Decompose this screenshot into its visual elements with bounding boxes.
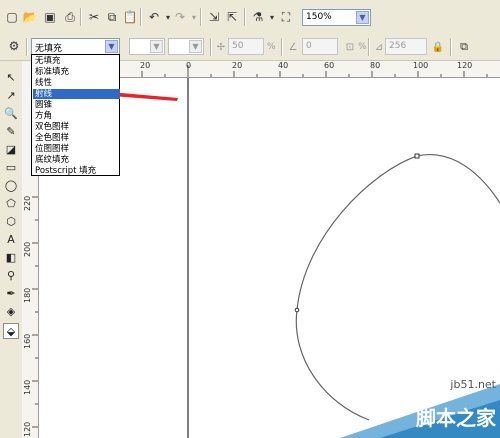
fill-steps-input[interactable]: 256 [385,38,427,55]
ruler-label: 40 [278,61,289,70]
cut-icon[interactable]: ✂ [86,9,102,25]
fill-option[interactable]: 方角 [33,111,120,121]
ruler-label: 120 [457,61,473,70]
fill-option[interactable]: 底纹填充 [33,155,120,165]
new-document-icon[interactable]: ▢ [4,9,20,25]
open-document-icon[interactable]: 📂 [22,9,38,25]
interactive-fill-icon: ⚙ [8,39,20,53]
fill-option[interactable]: 线性 [33,78,120,88]
watermark-site: jb51.net [450,378,496,391]
fill-type-value: 无填充 [35,44,63,54]
steps-lock-icon[interactable]: 🔒 [430,39,446,55]
save-icon[interactable]: ▣ [42,9,58,25]
ruler-label: 220 [23,195,32,211]
separator [368,38,370,56]
separator [450,38,452,56]
curve-node[interactable] [414,153,420,159]
interactive-blend-tool-icon[interactable]: ◧ [3,249,19,265]
fill-option[interactable]: 位图图样 [33,144,120,154]
fill-option-selected[interactable]: 射线 [33,89,120,99]
fill-option[interactable]: 无填充 [33,56,120,66]
watermark: jb51.net 脚本之家 [340,366,500,438]
fill-color-2-select[interactable]: ▼ [168,38,204,55]
separator [281,38,283,56]
outline-tool-icon[interactable]: ✒ [3,285,19,301]
watermark-brand: 脚本之家 [416,406,496,430]
export-icon[interactable]: ⇱ [224,9,240,25]
fill-option[interactable]: 标准填充 [33,67,120,77]
separator [140,8,142,26]
toolbox: ↖ ↗ 🔍 ✎ ◪ ▭ ◯ ⬠ ⬡ A ◧ ⚲ ✒ ◈ ⬙ [0,61,23,438]
edge-pad-input[interactable]: 0 [302,38,338,55]
paste-icon[interactable]: 📋 [122,9,138,25]
ruler-label: 100 [413,61,429,70]
text-tool-icon[interactable]: A [3,231,19,247]
eyedropper-tool-icon[interactable]: ⚲ [3,267,19,283]
ruler-label: 120 [23,421,32,437]
import-icon[interactable]: ⇲ [206,9,222,25]
standard-toolbar: ▢ 📂 ▣ ⎙ ✂ ⧉ 📋 ↶ ▾ ↷ ▾ ⇲ ⇱ ⚗ ▾ ⛶ 150% ▼ [0,0,500,35]
chevron-down-icon[interactable]: ▼ [189,40,202,53]
chevron-down-icon[interactable]: ▼ [150,40,163,53]
fill-option[interactable]: 双色图样 [33,122,120,132]
fill-option[interactable]: 全色图样 [33,133,120,143]
ruler-label: 200 [23,241,32,257]
separator [244,8,246,26]
chevron-down-icon[interactable]: ▼ [105,40,118,53]
fill-type-select[interactable]: 无填充 ▼ [31,38,120,55]
ruler-label: 140 [23,379,32,395]
fill-color-1-select[interactable]: ▼ [129,38,165,55]
midpoint-value: 50 [232,41,244,51]
midpoint-input[interactable]: 50 [228,38,264,55]
pick-tool-icon[interactable]: ↖ [3,69,19,85]
fill-type-dropdown-list: 无填充 标准填充 线性 射线 圆锥 方角 双色图样 全色图样 位图图样 底纹填充… [31,54,120,176]
separator [210,38,212,56]
rectangle-tool-icon[interactable]: ▭ [3,159,19,175]
corel-online-icon[interactable]: ⛶ [278,9,294,25]
edge-pad-value: 0 [306,41,312,51]
edge-pad-unit: % [358,42,367,52]
fill-tool-icon[interactable]: ◈ [3,303,19,319]
freehand-tool-icon[interactable]: ✎ [3,123,19,139]
zoom-tool-icon[interactable]: 🔍 [3,105,19,121]
midpoint-unit: % [267,42,276,52]
edge-pad-icon: ⊡ [345,41,355,53]
copy-icon[interactable]: ⧉ [104,9,120,25]
fill-option[interactable]: Postscript 填充 [33,166,120,176]
fill-option[interactable]: 圆锥 [33,100,120,110]
chevron-down-icon[interactable]: ▼ [356,11,369,24]
ruler-label: 160 [23,333,32,349]
ruler-label: 180 [23,287,32,303]
ruler-label: 0 [186,61,192,70]
print-icon[interactable]: ⎙ [62,9,78,25]
polygon-tool-icon[interactable]: ⬠ [3,195,19,211]
smart-fill-tool-icon[interactable]: ◪ [3,141,19,157]
fill-steps-value: 256 [389,41,407,51]
angle-icon: ∠ [288,41,298,53]
ruler-label: 80 [370,61,381,70]
zoom-value: 150% [306,12,332,22]
curve-node[interactable] [294,307,300,313]
separator [200,8,202,26]
midpoint-icon: ✢ [216,41,226,53]
ruler-label: 20 [232,61,243,70]
ellipse-tool-icon[interactable]: ◯ [3,177,19,193]
ruler-label: 60 [324,61,335,70]
shape-tool-icon[interactable]: ↗ [3,87,19,103]
separator [80,8,82,26]
ruler-label: 20 [140,61,151,70]
separator [26,38,28,56]
zoom-levels-select[interactable]: 150% ▼ [302,9,371,26]
interactive-fill-tool-icon[interactable]: ⬙ [3,323,19,339]
copy-fill-properties-icon[interactable]: ⧉ [456,39,472,55]
basic-shapes-tool-icon[interactable]: ⬡ [3,213,19,229]
